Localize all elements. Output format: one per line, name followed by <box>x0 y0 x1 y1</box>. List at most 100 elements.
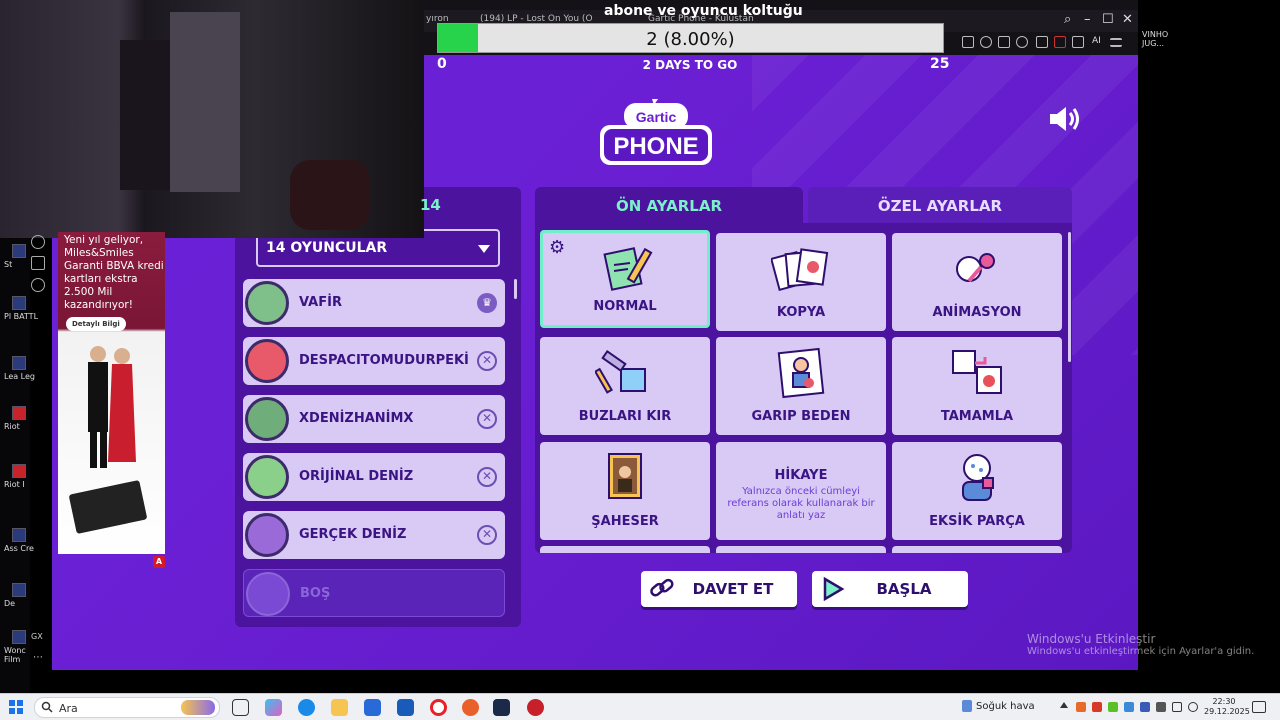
mode-hikaye[interactable]: HİKAYE Yalnızca önceki cümleyi referans … <box>716 442 886 540</box>
settings-icon[interactable] <box>31 278 45 292</box>
mode-partial[interactable] <box>716 546 886 553</box>
browser-app-icon[interactable] <box>462 699 479 716</box>
heart-icon[interactable] <box>1016 36 1028 48</box>
volume-icon[interactable] <box>1188 702 1198 712</box>
goal-progress-text: 2 (8.00%) <box>646 29 735 50</box>
gx-icon[interactable]: GX <box>31 632 43 641</box>
chevron-down-icon <box>478 245 490 253</box>
windows-start-icon[interactable] <box>9 700 23 714</box>
goal-progress-bar: 2 (8.00%) <box>437 23 944 53</box>
mode-animasyon[interactable]: ANİMASYON <box>892 233 1062 331</box>
tab-presets[interactable]: ÖN AYARLAR <box>535 187 803 223</box>
download-icon[interactable] <box>1072 36 1084 48</box>
watermark-subtitle: Windows'u etkinleştirmek için Ayarlar'a … <box>1027 646 1255 657</box>
mode-garip-beden[interactable]: GARIP BEDEN <box>716 337 886 435</box>
player-name: XDENİZHANİMX <box>299 411 414 426</box>
modes-scrollbar[interactable] <box>1068 232 1071 362</box>
watermark-title: Windows'u Etkinleştir <box>1027 632 1156 646</box>
adblock-icon[interactable] <box>980 36 992 48</box>
file-explorer-icon[interactable] <box>331 699 348 716</box>
profile-icon[interactable] <box>1054 36 1066 48</box>
network-icon[interactable] <box>1172 702 1182 712</box>
copilot-icon[interactable] <box>265 699 282 716</box>
mode-label: KOPYA <box>776 305 826 320</box>
notification-icon[interactable] <box>1252 701 1266 713</box>
ad-details-button[interactable]: Detaylı Bilgi <box>66 317 126 331</box>
empty-slot: BOŞ <box>243 569 505 617</box>
desktop-icon[interactable]: Riot <box>4 406 44 431</box>
tab-custom-settings[interactable]: ÖZEL AYARLAR <box>808 187 1072 223</box>
gear-icon[interactable]: ⚙ <box>549 237 565 258</box>
sound-icon[interactable] <box>1048 105 1084 133</box>
shield-icon[interactable] <box>998 36 1010 48</box>
store-icon[interactable] <box>364 699 381 716</box>
opera-icon[interactable] <box>430 699 447 716</box>
more-icon[interactable]: ⋯ <box>33 652 43 663</box>
taskbar: Ara Soğuk hava 22:30 29.12.2025 <box>0 693 1280 720</box>
history-icon[interactable] <box>31 235 45 249</box>
opera-gx-icon[interactable] <box>527 699 544 716</box>
task-view-icon[interactable] <box>232 699 249 716</box>
player-row: ORİJİNAL DENİZ ✕ <box>243 453 505 501</box>
webcam-feed <box>0 0 424 238</box>
mode-normal[interactable]: ⚙ NORMAL <box>540 230 710 328</box>
mode-partial[interactable] <box>540 546 710 553</box>
tray-app-icon[interactable] <box>1092 702 1102 712</box>
ai-label[interactable]: AI <box>1092 36 1101 46</box>
tray-app-icon[interactable] <box>1124 702 1134 712</box>
extensions-icon[interactable] <box>1036 36 1048 48</box>
mode-tamamla[interactable]: TAMAMLA <box>892 337 1062 435</box>
ad-text: Yeni yıl geliyor, Miles&Smiles Garanti B… <box>64 234 164 311</box>
edge-icon[interactable] <box>298 699 315 716</box>
player-avatar <box>245 339 289 383</box>
webcam-chair <box>290 160 370 230</box>
kick-player-icon[interactable]: ✕ <box>477 351 497 371</box>
player-avatar <box>245 281 289 325</box>
tray-app-icon[interactable] <box>1156 702 1166 712</box>
steam-icon[interactable] <box>493 699 510 716</box>
webcam-door <box>170 12 240 192</box>
bookmark-icon[interactable] <box>31 256 45 270</box>
mode-kopya[interactable]: KOPYA <box>716 233 886 331</box>
taskbar-clock[interactable]: 22:30 29.12.2025 <box>1204 697 1250 717</box>
weather-widget[interactable]: Soğuk hava <box>962 700 1035 712</box>
mode-label: HİKAYE <box>774 468 828 483</box>
close-icon[interactable]: ✕ <box>1122 12 1133 27</box>
players-scrollbar[interactable] <box>514 279 517 299</box>
desktop-icon[interactable]: Riot I <box>4 464 44 489</box>
outlook-icon[interactable] <box>397 699 414 716</box>
kick-player-icon[interactable]: ✕ <box>477 467 497 487</box>
search-icon[interactable]: ⌕ <box>1064 12 1071 27</box>
tray-app-icon[interactable] <box>1108 702 1118 712</box>
tray-app-icon[interactable] <box>1140 702 1150 712</box>
mode-eksik-parca[interactable]: EKSİK PARÇA <box>892 442 1062 540</box>
screenshot-icon[interactable] <box>962 36 974 48</box>
mode-label: NORMAL <box>593 299 657 314</box>
advertisement[interactable]: Yeni yıl geliyor, Miles&Smiles Garanti B… <box>58 232 165 554</box>
menu-icon[interactable] <box>1110 38 1122 47</box>
invite-button[interactable]: DAVET ET <box>641 571 797 607</box>
animation-icon <box>956 253 995 283</box>
svg-text:PHONE: PHONE <box>613 133 698 160</box>
goal-start-value: 0 <box>437 56 447 72</box>
mode-buzlari-kir[interactable]: BUZLARI KIR <box>540 337 710 435</box>
portrait-icon <box>777 347 825 399</box>
overlay-title: abone ve oyuncu koltuğu <box>604 3 803 19</box>
player-row: DESPACITOMUDURPEKİ ✕ <box>243 337 505 385</box>
kick-player-icon[interactable]: ✕ <box>477 525 497 545</box>
mode-saheser[interactable]: ŞAHESER <box>540 442 710 540</box>
desktop-icon[interactable]: Lea Leg <box>4 356 44 381</box>
taskbar-search[interactable]: Ara <box>34 697 220 718</box>
player-avatar <box>245 397 289 441</box>
desktop-icon[interactable]: Pl BATTL <box>4 296 44 321</box>
start-button[interactable]: BAŞLA <box>812 571 968 607</box>
maximize-icon[interactable]: ☐ <box>1102 12 1114 27</box>
kick-player-icon[interactable]: ✕ <box>477 409 497 429</box>
desktop-icon[interactable]: Ass Cre <box>4 528 44 553</box>
tray-app-icon[interactable] <box>1076 702 1086 712</box>
tray-expand-icon[interactable] <box>1060 702 1068 708</box>
tab-presets-label: ÖN AYARLAR <box>615 197 722 215</box>
mode-partial[interactable] <box>892 546 1062 553</box>
minimize-icon[interactable]: – <box>1084 12 1091 27</box>
desktop-icon[interactable]: De <box>4 583 44 608</box>
